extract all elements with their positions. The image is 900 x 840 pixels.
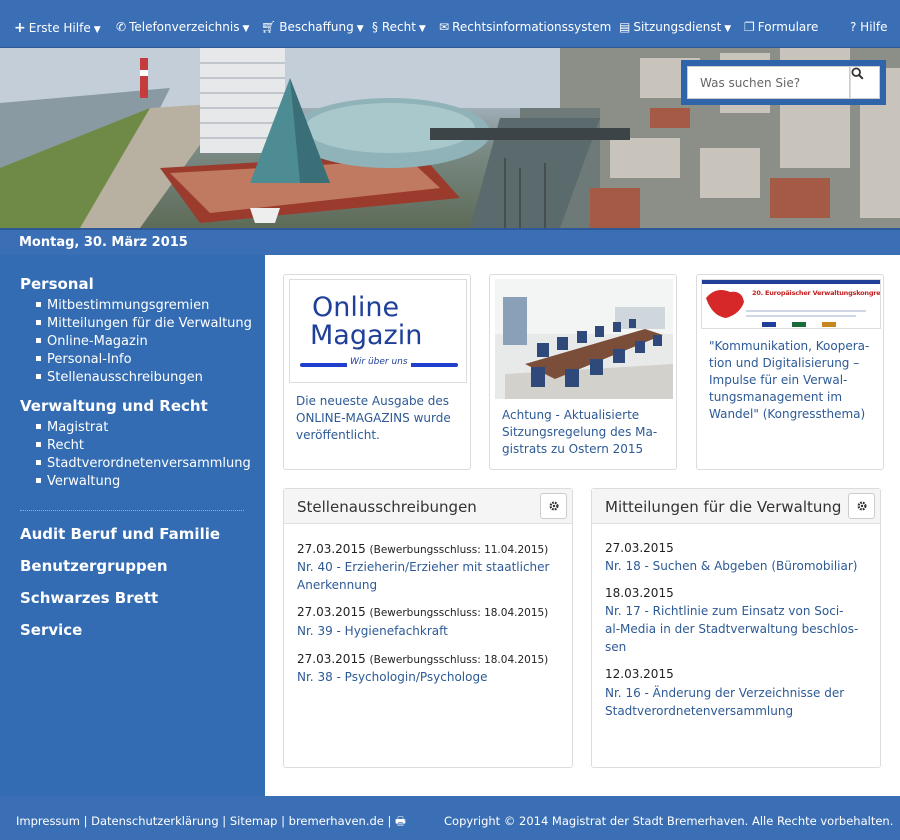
sidebar-item-mitteilungen[interactable]: Mitteilungen für die Verwaltung [36,316,252,331]
sidebar-divider [20,510,244,511]
panel-mitteilungen: Mitteilungen für die Verwaltung 27.03.20… [591,488,881,768]
footer-link-datenschutz[interactable]: Datenschutzerklärung [91,814,219,828]
date-bar: Montag, 30. März 2015 [0,228,900,255]
search-box [681,60,886,105]
caret-down-icon: ▼ [356,24,364,34]
panel-settings-button[interactable] [540,493,567,519]
entry-link[interactable]: Nr. 16 - Änderung der Verzeichnisse der … [605,684,865,720]
sidebar-item-online-magazin[interactable]: Online-Magazin [36,334,148,349]
caret-down-icon: ▼ [724,24,732,34]
top-navigation: + Erste Hilfe ▼ ✆ Telefonverzeichnis ▼ 🛒︎ Bes… [0,0,900,48]
sidebar-item-verwaltung[interactable]: Verwaltung [36,474,120,489]
search-button[interactable] [850,66,880,99]
card-text[interactable]: Die neueste Ausgabe des ONLINE-MAGAZINS … [296,393,451,444]
caret-down-icon: ▼ [418,24,426,34]
sidebar: Personal Mitbestimmungsgremien Mitteilun… [0,255,265,796]
entry-date: 27.03.2015 (Bewerbungsschluss: 18.04.201… [297,605,549,619]
cart-icon: 🛒︎ [261,20,277,34]
caret-down-icon: ▼ [242,24,250,34]
search-input[interactable] [687,66,850,99]
entry-date: 27.03.2015 (Bewerbungsschluss: 18.04.201… [297,652,549,666]
nav-beschaffung[interactable]: 🛒︎ Beschaffung ▼ [261,20,364,34]
teaser-card-verwaltungskongress[interactable]: 20. Europäischer Verwaltungskongress 201… [696,274,884,470]
entry-link[interactable]: Nr. 40 - Erzieherin/Erzieher mit staatli… [297,558,557,594]
caret-down-icon: ▼ [93,25,101,35]
sidebar-item-schwarzes-brett[interactable]: Schwarzes Brett [20,589,158,607]
europe-map-logo [702,280,880,327]
search-icon [851,67,864,80]
sidebar-item-stadtverordnetenversammlung[interactable]: Stadtverordnetenversammlung [36,456,251,471]
teaser-card-online-magazin[interactable]: Online Magazin Wir über uns Die neueste … [283,274,471,470]
sidebar-heading-verwaltung[interactable]: Verwaltung und Recht [20,397,208,415]
panel-header: Mitteilungen für die Verwaltung [592,489,880,524]
entry-date: 27.03.2015 [605,541,674,555]
footer-link-impressum[interactable]: Impressum [16,814,80,828]
panel-title: Stellenausschreibungen [297,498,477,516]
entry-link[interactable]: Nr. 18 - Suchen & Abgeben (Büromobiliar) [605,557,865,575]
footer-copyright: Copyright © 2014 Magistrat der Stadt Bre… [444,814,894,828]
sidebar-item-stellenausschreibungen[interactable]: Stellenausschreibungen [36,370,203,385]
plus-icon: + [14,20,26,36]
entry-link[interactable]: Nr. 38 - Psychologin/Psychologe [297,668,557,686]
footer-links: Impressum | Datenschutzerklärung | Sitem… [16,814,406,828]
footer-link-bremerhaven[interactable]: bremerhaven.de [289,814,384,828]
nav-erste-hilfe[interactable]: + Erste Hilfe ▼ [14,20,101,36]
card-text[interactable]: "Kommunikation, Koopera- tion und Digita… [709,338,869,423]
sidebar-item-magistrat[interactable]: Magistrat [36,420,108,435]
panel-stellenausschreibungen: Stellenausschreibungen 27.03.2015 (Bewer… [283,488,573,768]
nav-formulare[interactable]: ❐ Formulare [744,20,818,34]
card-text[interactable]: Achtung - Aktualisierte Sitzungsregelung… [502,407,657,458]
panel-title: Mitteilungen für die Verwaltung [605,498,842,516]
entry-date: 12.03.2015 [605,667,674,681]
envelope-icon: ✉ [439,20,450,34]
panel-settings-button[interactable] [848,493,875,519]
nav-hilfe[interactable]: ? Hilfe [850,20,887,34]
entry-date: 27.03.2015 (Bewerbungsschluss: 11.04.201… [297,542,549,556]
sidebar-item-service[interactable]: Service [20,621,82,639]
footer-link-sitemap[interactable]: Sitemap [230,814,278,828]
sidebar-item-personal-info[interactable]: Personal-Info [36,352,132,367]
current-date: Montag, 30. März 2015 [19,235,188,250]
sidebar-heading-personal[interactable]: Personal [20,275,94,293]
nav-recht[interactable]: § Recht ▼ [372,20,426,34]
panel-header: Stellenausschreibungen [284,489,572,524]
footer: Impressum | Datenschutzerklärung | Sitem… [0,796,900,840]
sidebar-item-audit[interactable]: Audit Beruf und Familie [20,525,220,543]
online-magazin-logo: Online Magazin Wir über uns [289,279,467,383]
teaser-card-sitzungsregelung[interactable]: Achtung - Aktualisierte Sitzungsregelung… [489,274,677,470]
header-image [0,48,900,228]
entry-link[interactable]: Nr. 39 - Hygienefachkraft [297,622,557,640]
files-icon: ❐ [744,20,755,34]
phone-icon: ✆ [116,20,127,34]
kongress-banner: 20. Europäischer Verwaltungskongress 201… [701,279,881,329]
document-icon: ▤ [619,20,631,34]
entry-date: 18.03.2015 [605,586,674,600]
nav-sitzungsdienst[interactable]: ▤ Sitzungsdienst ▼ [619,20,731,34]
sidebar-item-benutzergruppen[interactable]: Benutzergruppen [20,557,168,575]
gear-icon [548,501,559,511]
meeting-room-photo [495,279,673,399]
nav-rechtsinformationssystem[interactable]: ✉ Rechtsinformationssystem [439,20,611,34]
entry-link[interactable]: Nr. 17 - Richtlinie zum Einsatz von Soci… [605,602,865,656]
nav-telefonverzeichnis[interactable]: ✆ Telefonverzeichnis ▼ [116,20,249,34]
gear-icon [856,501,867,511]
sidebar-item-recht[interactable]: Recht [36,438,84,453]
sidebar-item-mitbestimmungsgremien[interactable]: Mitbestimmungsgremien [36,298,209,313]
print-icon[interactable]: 🖶︎ [395,814,406,828]
